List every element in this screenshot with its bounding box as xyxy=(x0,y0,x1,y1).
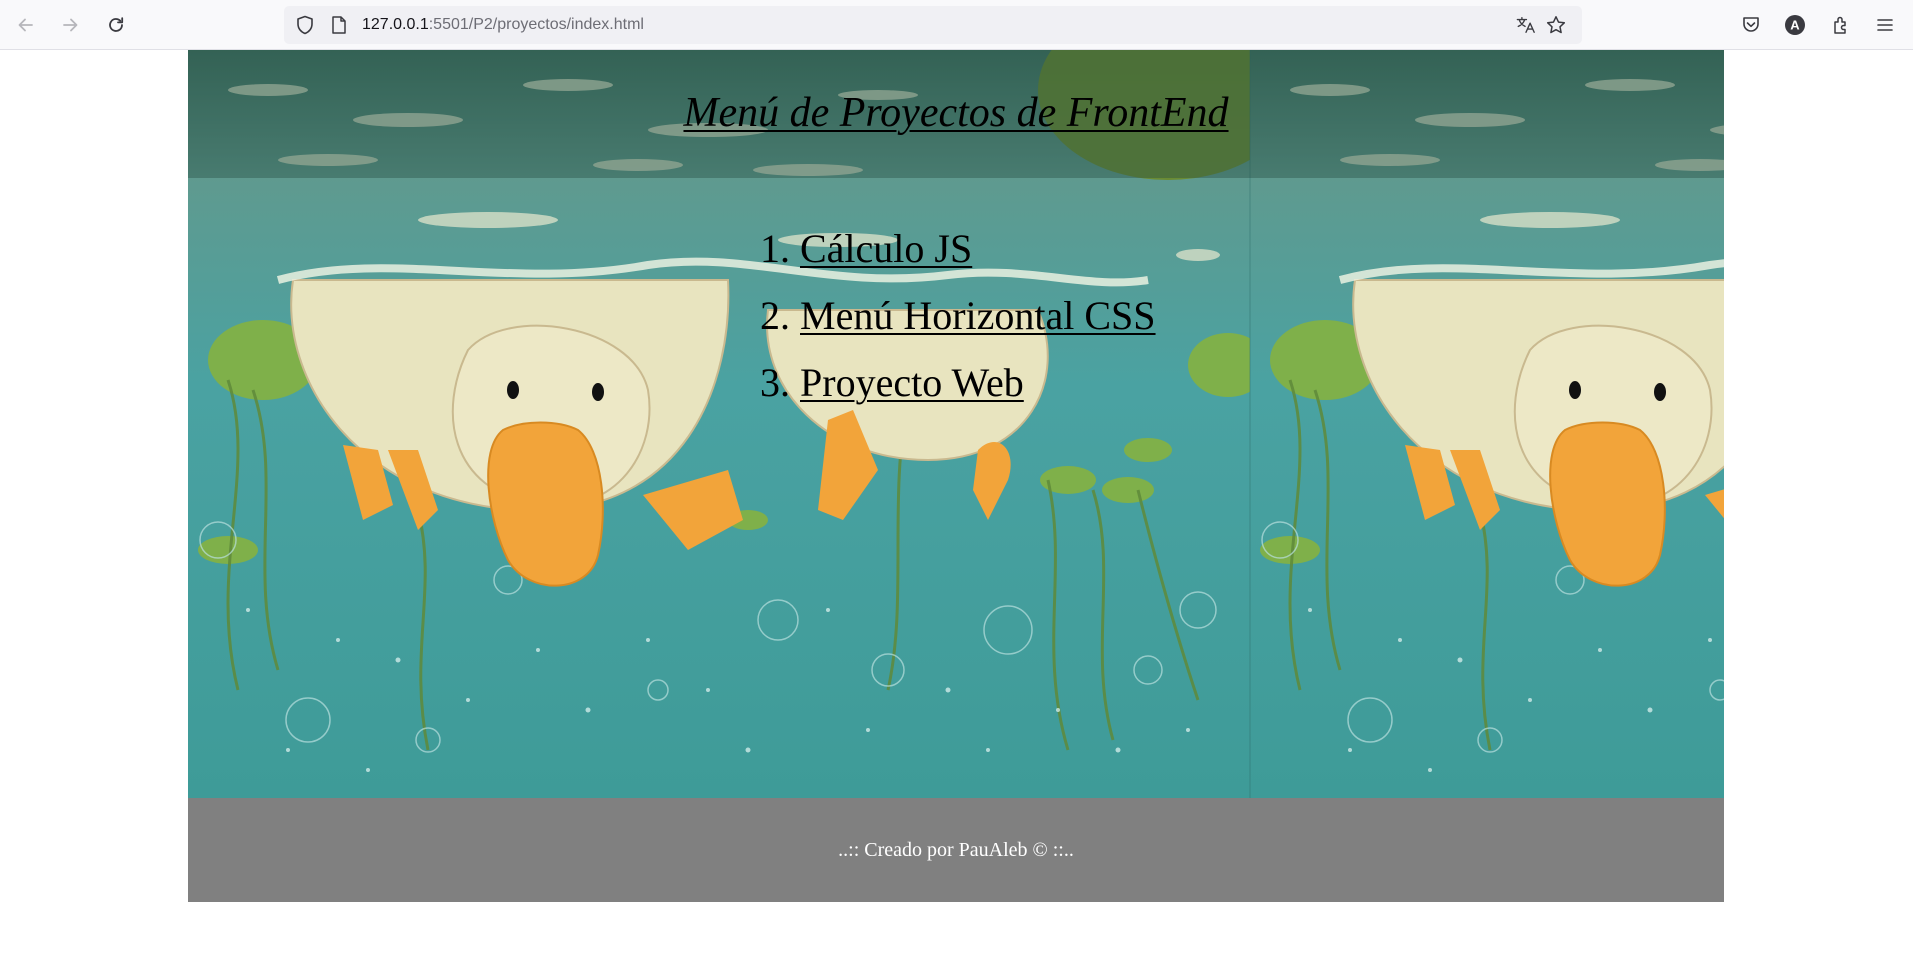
account-button[interactable]: A xyxy=(1779,9,1811,41)
url-host: 127.0.0.1 xyxy=(362,16,429,33)
page: Menú de Proyectos de FrontEnd 1. Cálculo… xyxy=(188,50,1724,902)
account-icon: A xyxy=(1784,14,1806,36)
project-list: 1. Cálculo JS 2. Menú Horizontal CSS 3. … xyxy=(760,215,1156,416)
list-item: 3. Proyecto Web xyxy=(760,349,1156,416)
browser-toolbar: 127.0.0.1:5501/P2/proyectos/index.html A xyxy=(0,0,1913,50)
url-text[interactable]: 127.0.0.1:5501/P2/proyectos/index.html xyxy=(362,16,644,34)
page-title: Menú de Proyectos de FrontEnd xyxy=(683,90,1229,136)
list-number: 1. xyxy=(760,226,790,271)
hero-background: Menú de Proyectos de FrontEnd 1. Cálculo… xyxy=(188,50,1724,798)
shield-icon[interactable] xyxy=(295,15,315,35)
page-icon[interactable] xyxy=(329,15,349,35)
forward-button[interactable] xyxy=(54,9,86,41)
menu-icon xyxy=(1875,15,1895,35)
project-link-calculo-js[interactable]: Cálculo JS xyxy=(800,226,972,271)
project-link-menu-horizontal-css[interactable]: Menú Horizontal CSS xyxy=(800,293,1156,338)
address-bar[interactable]: 127.0.0.1:5501/P2/proyectos/index.html xyxy=(284,6,1582,44)
url-path: :5501/P2/proyectos/index.html xyxy=(428,16,644,33)
list-number: 3. xyxy=(760,360,790,405)
reload-icon xyxy=(106,15,126,35)
extensions-icon xyxy=(1831,15,1851,35)
translate-icon[interactable] xyxy=(1516,15,1536,35)
menu-button[interactable] xyxy=(1869,9,1901,41)
reload-button[interactable] xyxy=(100,9,132,41)
pocket-button[interactable] xyxy=(1735,9,1767,41)
project-link-proyecto-web[interactable]: Proyecto Web xyxy=(800,360,1024,405)
footer-credit: ..:: Creado por PauAleb © ::.. xyxy=(838,838,1074,861)
back-arrow-icon xyxy=(16,15,36,35)
list-item: 1. Cálculo JS xyxy=(760,215,1156,282)
svg-text:A: A xyxy=(1790,18,1800,33)
list-item: 2. Menú Horizontal CSS xyxy=(760,282,1156,349)
back-button[interactable] xyxy=(10,9,42,41)
footer: ..:: Creado por PauAleb © ::.. xyxy=(188,798,1724,902)
forward-arrow-icon xyxy=(60,15,80,35)
list-number: 2. xyxy=(760,293,790,338)
star-icon[interactable] xyxy=(1546,15,1566,35)
pocket-icon xyxy=(1741,15,1761,35)
extensions-button[interactable] xyxy=(1825,9,1857,41)
